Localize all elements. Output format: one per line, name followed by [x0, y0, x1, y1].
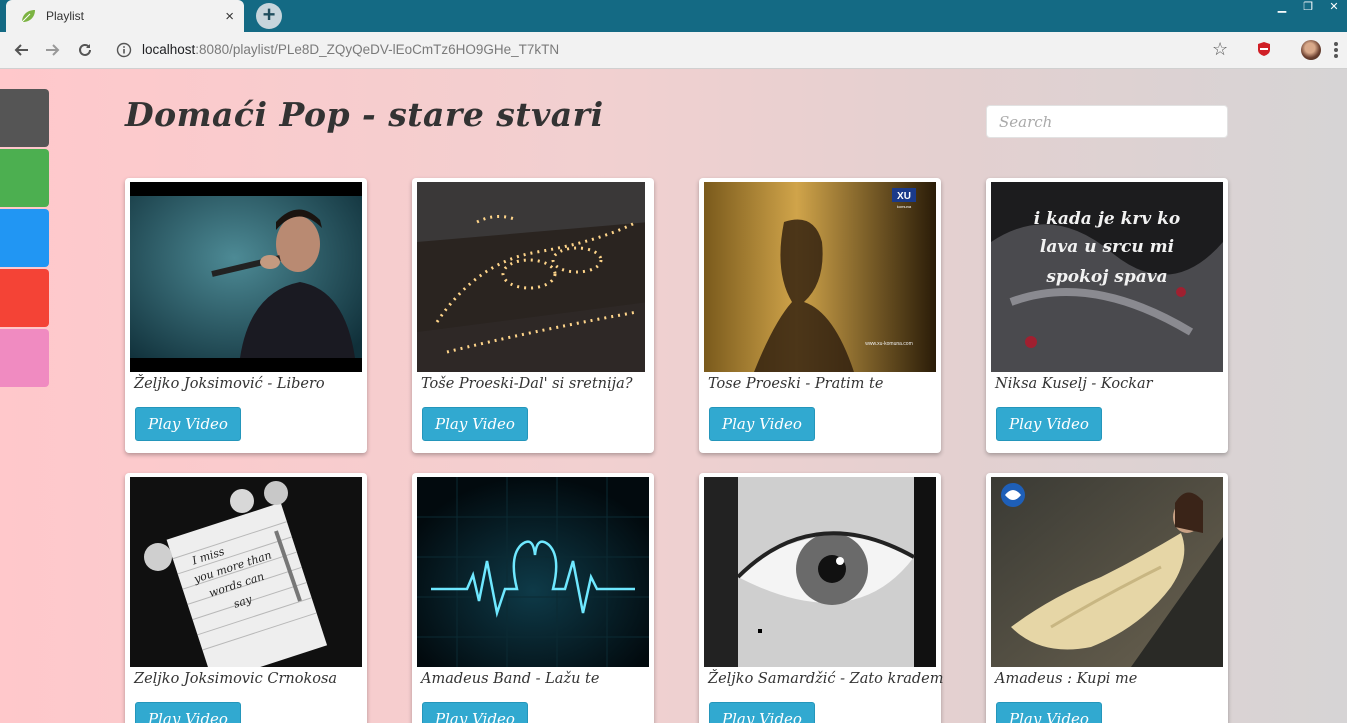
address-bar[interactable]: localhost:8080/playlist/PLe8D_ZQyQeDV-lE… — [142, 42, 559, 57]
video-thumbnail[interactable]: i kada je krv ko lava u srcu mi spokoj s… — [991, 182, 1223, 372]
video-card: Amadeus : Kupi me Play Video — [986, 473, 1228, 723]
video-card: Toše Proeski-Dal' si sretnija? Play Vide… — [412, 178, 654, 453]
restore-icon[interactable]: ❐ — [1295, 0, 1321, 16]
info-icon[interactable] — [116, 42, 132, 58]
theme-swatches — [0, 89, 49, 389]
thumbnail-eye — [704, 477, 936, 667]
xu-logo-sub: komuna — [897, 204, 912, 209]
reload-icon[interactable] — [72, 38, 98, 62]
swatch-pink[interactable] — [0, 329, 49, 387]
video-thumbnail[interactable]: XU komuna www.xu-komuna.com — [704, 182, 936, 372]
play-video-button[interactable]: Play Video — [996, 407, 1102, 441]
lyric-line: i kada je krv ko — [1034, 209, 1181, 229]
page-content: Domaći Pop - stare stvari Željko Joksimo… — [0, 69, 1347, 723]
thumbnail-dress — [991, 477, 1223, 667]
window-controls: ▁ ❐ ✕ — [1269, 0, 1347, 16]
adblock-icon[interactable] — [1256, 41, 1272, 57]
play-video-button[interactable]: Play Video — [709, 702, 815, 723]
minimize-icon[interactable]: ▁ — [1269, 0, 1295, 16]
thumbnail-heartbeat — [417, 477, 649, 667]
thumbnail-candles — [417, 182, 649, 372]
video-title: Amadeus Band - Lažu te — [421, 671, 600, 687]
xu-url: www.xu-komuna.com — [865, 341, 913, 347]
play-video-button[interactable]: Play Video — [135, 702, 241, 723]
thumbnail-singer — [130, 182, 362, 372]
swatch-blue[interactable] — [0, 209, 49, 267]
video-title: Željko Samardžić - Zato kradem — [708, 671, 944, 687]
video-card: I miss you more than words can say Zeljk… — [125, 473, 367, 723]
avatar[interactable] — [1301, 40, 1321, 60]
video-thumbnail[interactable] — [704, 477, 936, 667]
video-card: Željko Joksimović - Libero Play Video — [125, 178, 367, 453]
url-host: localhost — [142, 42, 196, 57]
swatch-red[interactable] — [0, 269, 49, 327]
search-input[interactable] — [986, 105, 1228, 138]
new-tab-button[interactable]: + — [256, 3, 282, 29]
video-title: Tose Proeski - Pratim te — [708, 376, 884, 392]
browser-title-bar: Playlist × + ▁ ❐ ✕ — [0, 0, 1347, 32]
url-path: :8080/playlist/PLe8D_ZQyQeDV-lEoCmTz6HO9… — [195, 42, 560, 57]
play-video-button[interactable]: Play Video — [422, 407, 528, 441]
forward-arrow-icon[interactable] — [40, 38, 66, 62]
video-card: XU komuna www.xu-komuna.com Tose Proeski… — [699, 178, 941, 453]
play-video-button[interactable]: Play Video — [135, 407, 241, 441]
kebab-menu-icon[interactable] — [1333, 40, 1339, 60]
page-title: Domaći Pop - stare stvari — [125, 95, 604, 134]
back-arrow-icon[interactable] — [8, 38, 34, 62]
video-title: Amadeus : Kupi me — [995, 671, 1138, 687]
video-thumbnail[interactable] — [417, 477, 649, 667]
tab-title: Playlist — [46, 9, 85, 23]
star-icon[interactable]: ☆ — [1212, 39, 1228, 60]
swatch-dark[interactable] — [0, 89, 49, 147]
video-thumbnail[interactable] — [417, 182, 649, 372]
video-thumbnail[interactable] — [130, 182, 362, 372]
video-title: Niksa Kuselj - Kockar — [995, 376, 1153, 392]
video-thumbnail[interactable]: I miss you more than words can say — [130, 477, 362, 667]
lyric-line: lava u srcu mi — [1040, 237, 1174, 257]
swatch-green[interactable] — [0, 149, 49, 207]
leaf-icon — [21, 10, 35, 23]
video-thumbnail[interactable] — [991, 477, 1223, 667]
tab-close-icon[interactable]: × — [225, 9, 234, 24]
close-window-icon[interactable]: ✕ — [1321, 0, 1347, 16]
thumbnail-notebook: I miss you more than words can say — [130, 477, 362, 667]
xu-logo: XU — [897, 191, 911, 202]
play-video-button[interactable]: Play Video — [709, 407, 815, 441]
browser-toolbar: localhost:8080/playlist/PLe8D_ZQyQeDV-lE… — [0, 32, 1347, 69]
video-card: Amadeus Band - Lažu te Play Video — [412, 473, 654, 723]
thumbnail-rain-window: XU komuna www.xu-komuna.com — [704, 182, 936, 372]
video-title: Zeljko Joksimovic Crnokosa — [134, 671, 338, 687]
browser-tab[interactable]: Playlist × — [6, 0, 244, 32]
video-card: Željko Samardžić - Zato kradem Play Vide… — [699, 473, 944, 723]
video-card: i kada je krv ko lava u srcu mi spokoj s… — [986, 178, 1228, 453]
thumbnail-lyrics: i kada je krv ko lava u srcu mi spokoj s… — [991, 182, 1223, 372]
play-video-button[interactable]: Play Video — [996, 702, 1102, 723]
video-title: Željko Joksimović - Libero — [134, 376, 325, 392]
video-title: Toše Proeski-Dal' si sretnija? — [421, 376, 633, 392]
lyric-line: spokoj spava — [1045, 267, 1167, 287]
play-video-button[interactable]: Play Video — [422, 702, 528, 723]
